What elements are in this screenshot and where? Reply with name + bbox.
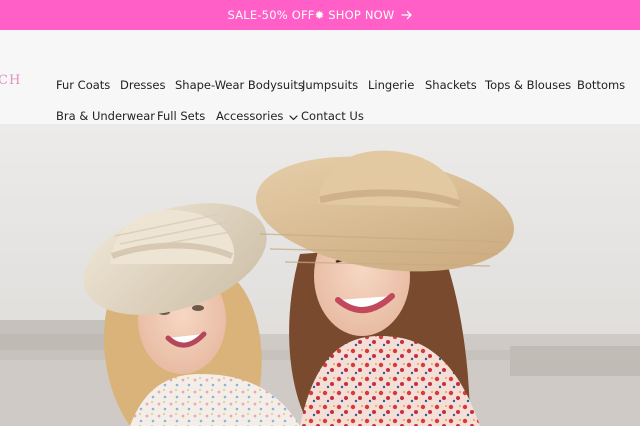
logo[interactable]: CH: [0, 73, 21, 88]
nav-shackets[interactable]: Shackets: [425, 78, 477, 92]
nav-accessories-label: Accessories: [216, 109, 284, 123]
nav-lingerie[interactable]: Lingerie: [368, 78, 414, 92]
nav-tops-blouses[interactable]: Tops & Blouses: [485, 78, 571, 92]
nav-jumpsuits[interactable]: Jumpsuits: [302, 78, 358, 92]
nav-contact-us[interactable]: Contact Us: [301, 109, 364, 123]
nav-full-sets[interactable]: Full Sets: [157, 109, 205, 123]
nav-fur-coats[interactable]: Fur Coats: [56, 78, 110, 92]
arrow-right-icon: [400, 10, 413, 20]
nav-shape-wear-bodysuits[interactable]: Shape-Wear Bodysuits: [175, 78, 304, 92]
hero-image: [0, 124, 640, 426]
site-header: CH Fur Coats Dresses Shape-Wear Bodysuit…: [0, 30, 640, 124]
nav-bottoms[interactable]: Bottoms: [577, 78, 625, 92]
nav-dresses[interactable]: Dresses: [120, 78, 165, 92]
nav-accessories[interactable]: Accessories: [216, 109, 299, 124]
nav-bra-underwear[interactable]: Bra & Underwear: [56, 109, 155, 123]
hero-banner[interactable]: [0, 124, 640, 426]
chevron-down-icon: [289, 110, 299, 124]
announcement-bar[interactable]: SALE-50% OFF✹ SHOP NOW: [0, 0, 640, 30]
announcement-text: SALE-50% OFF✹ SHOP NOW: [227, 8, 395, 22]
